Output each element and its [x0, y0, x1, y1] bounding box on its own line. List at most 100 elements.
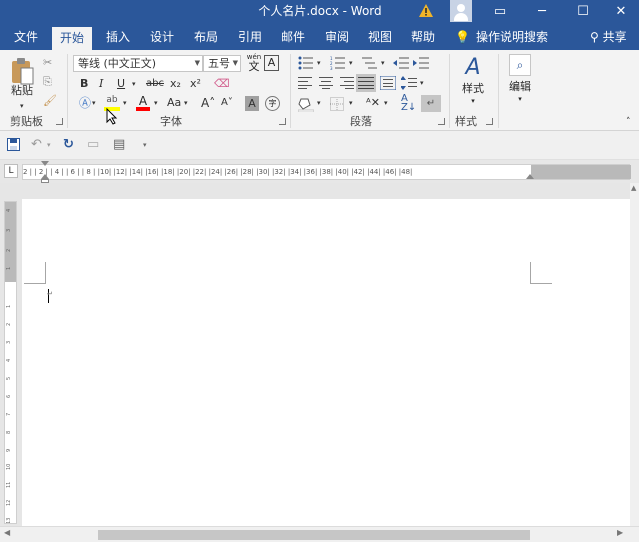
right-indent-marker[interactable] — [526, 174, 534, 179]
decrease-indent-icon[interactable] — [393, 56, 409, 70]
italic-button[interactable]: I — [99, 76, 103, 92]
align-left-icon[interactable] — [298, 77, 314, 89]
clipboard-launcher-icon[interactable] — [56, 118, 63, 125]
styles-gallery-button[interactable]: A 样式 ▾ — [456, 54, 490, 112]
show-hide-marks-button[interactable]: ↵ — [421, 95, 441, 112]
horizontal-scroll-thumb[interactable] — [98, 530, 530, 540]
underline-dropdown-icon[interactable]: ▾ — [132, 76, 136, 92]
close-button[interactable]: ✕ — [601, 0, 639, 25]
document-page[interactable]: ↵ — [22, 199, 630, 526]
tab-view[interactable]: 视图 — [360, 25, 400, 50]
horizontal-ruler[interactable]: 2 | | 2 | | 4 | | 6 | | 8 | |10| |12| |1… — [22, 164, 631, 180]
numbering-dropdown-icon[interactable]: ▾ — [349, 55, 353, 71]
line-spacing-icon[interactable] — [401, 76, 417, 90]
tab-layout[interactable]: 布局 — [186, 25, 226, 50]
distributed-icon[interactable] — [380, 76, 396, 90]
tab-home[interactable]: 开始 — [52, 27, 93, 50]
touch-mode-icon[interactable]: ▭ — [87, 136, 99, 154]
undo-dropdown-icon[interactable]: ▾ — [47, 136, 51, 154]
tab-insert[interactable]: 插入 — [98, 25, 138, 50]
change-case-dropdown-icon[interactable]: ▾ — [184, 95, 188, 111]
tab-design[interactable]: 设计 — [142, 25, 182, 50]
horizontal-ruler-area: L 2 | | 2 | | 4 | | 6 | | 8 | |10| |12| … — [0, 160, 639, 183]
tab-help[interactable]: 帮助 — [403, 25, 443, 50]
text-effects-dropdown-icon[interactable]: ▾ — [92, 95, 96, 111]
shrink-font-button[interactable]: A˅ — [221, 95, 233, 111]
account-avatar[interactable] — [450, 0, 472, 22]
character-shading-button[interactable]: A — [245, 96, 259, 111]
paste-icon[interactable] — [10, 56, 34, 86]
redo-icon[interactable]: ↻ — [63, 136, 74, 154]
svg-text:7: 7 — [6, 413, 12, 416]
underline-button[interactable]: U — [117, 76, 125, 92]
first-line-indent-marker[interactable] — [41, 161, 49, 166]
tell-me-search[interactable]: 💡 操作说明搜索 — [455, 25, 548, 50]
format-painter-icon[interactable]: 🖌 — [43, 93, 57, 109]
paste-label[interactable]: 粘贴 — [8, 83, 36, 99]
tab-references[interactable]: 引用 — [230, 25, 270, 50]
tab-file[interactable]: 文件 — [6, 25, 46, 50]
tab-selector-button[interactable]: L — [4, 164, 18, 178]
grow-font-button[interactable]: A˄ — [201, 95, 215, 111]
scroll-left-icon[interactable]: ◀ — [4, 528, 10, 537]
subscript-button[interactable]: x₂ — [170, 76, 181, 92]
borders-dropdown-icon[interactable]: ▾ — [349, 95, 353, 111]
character-border-button[interactable]: A — [264, 55, 279, 71]
undo-icon[interactable]: ↶ — [31, 136, 42, 154]
increase-indent-icon[interactable] — [413, 56, 429, 70]
font-launcher-icon[interactable] — [279, 118, 286, 125]
scroll-up-icon[interactable]: ▲ — [631, 184, 636, 192]
print-preview-icon[interactable]: ▤ — [113, 136, 125, 154]
change-case-button[interactable]: Aa — [167, 95, 181, 111]
highlight-dropdown-icon[interactable]: ▾ — [123, 95, 127, 111]
font-color-dropdown-icon[interactable]: ▾ — [154, 95, 158, 111]
collapse-ribbon-icon[interactable]: ˄ — [626, 114, 631, 130]
warning-icon[interactable] — [418, 3, 434, 19]
align-center-icon[interactable] — [318, 77, 334, 89]
superscript-button[interactable]: x² — [190, 76, 201, 92]
chinese-layout-icon[interactable]: ᴬ✕ — [366, 95, 380, 111]
shading-dropdown-icon[interactable]: ▾ — [317, 95, 321, 111]
tab-review[interactable]: 审阅 — [317, 25, 357, 50]
font-name-dropdown[interactable]: 等线 (中文正文) ▼ — [73, 55, 203, 72]
borders-icon[interactable] — [330, 97, 344, 111]
strikethrough-button[interactable]: abc — [146, 76, 164, 92]
tab-mailings[interactable]: 邮件 — [273, 25, 313, 50]
ribbon-display-options-button[interactable]: ▭ — [480, 0, 520, 25]
editing-button[interactable]: ⌕ 编辑 ▾ — [505, 54, 535, 112]
multilevel-dropdown-icon[interactable]: ▾ — [381, 55, 385, 71]
bullets-icon[interactable] — [298, 56, 314, 70]
svg-text:11: 11 — [6, 482, 12, 488]
font-size-dropdown[interactable]: 五号 ▼ — [203, 55, 241, 72]
justify-button[interactable] — [356, 74, 376, 92]
save-icon[interactable] — [7, 138, 20, 151]
copy-icon[interactable]: ⎘ — [43, 74, 52, 90]
phonetic-guide-button[interactable]: wén 文 — [246, 53, 262, 73]
align-right-icon[interactable] — [338, 77, 354, 89]
sort-icon[interactable]: A Z↓ — [401, 94, 416, 113]
share-button[interactable]: ⚲ 共享 — [590, 25, 627, 50]
enclose-characters-button[interactable]: 字 — [265, 96, 280, 111]
tell-me-label: 操作说明搜索 — [475, 30, 548, 44]
horizontal-scrollbar[interactable]: ◀ ▶ — [0, 526, 639, 542]
numbering-icon[interactable]: 123 — [330, 56, 346, 70]
vertical-scrollbar[interactable]: ▲ — [630, 183, 639, 526]
bold-button[interactable]: B — [80, 76, 88, 92]
restore-button[interactable]: ☐ — [563, 0, 603, 25]
paragraph-launcher-icon[interactable] — [438, 118, 445, 125]
paste-dropdown-icon[interactable]: ▾ — [20, 98, 24, 114]
line-spacing-dropdown-icon[interactable]: ▾ — [420, 75, 424, 91]
minimize-button[interactable]: ─ — [522, 0, 562, 25]
font-color-button[interactable]: A — [136, 95, 150, 112]
chinese-layout-dropdown-icon[interactable]: ▾ — [384, 95, 388, 111]
multilevel-list-icon[interactable] — [362, 56, 378, 70]
shading-icon[interactable] — [298, 96, 314, 112]
scroll-right-icon[interactable]: ▶ — [617, 528, 623, 537]
customize-qat-icon[interactable]: ▾ — [143, 136, 147, 154]
styles-launcher-icon[interactable] — [486, 118, 493, 125]
cut-icon[interactable]: ✂ — [43, 55, 52, 71]
clear-formatting-icon[interactable]: ⌫ — [214, 76, 230, 92]
text-effects-icon[interactable]: Ⓐ — [79, 95, 91, 111]
bullets-dropdown-icon[interactable]: ▾ — [317, 55, 321, 71]
vertical-ruler[interactable]: 4 3 2 1 1 2 3 4 5 6 7 8 9 10 11 12 13 — [4, 201, 17, 524]
